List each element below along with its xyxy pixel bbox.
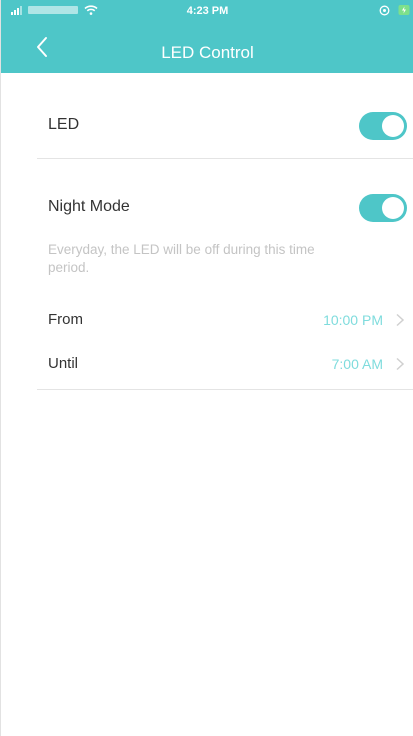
divider: [37, 158, 413, 159]
led-label: LED: [48, 116, 80, 133]
navigation-bar: LED Control: [1, 22, 413, 73]
location-icon: [379, 5, 390, 15]
until-time-value[interactable]: 7:00 AM: [332, 356, 383, 372]
night-mode-toggle[interactable]: [359, 194, 407, 222]
from-time-value[interactable]: 10:00 PM: [323, 312, 383, 328]
from-label: From: [48, 311, 83, 328]
toggle-knob: [382, 197, 404, 219]
app-screen: 4:23 PM LED Control LED Night Mode Every…: [0, 0, 413, 736]
led-toggle[interactable]: [359, 112, 407, 140]
chevron-right-icon[interactable]: [395, 357, 405, 371]
page-title: LED Control: [161, 43, 254, 62]
battery-charging-icon: [398, 5, 410, 15]
status-bar: 4:23 PM: [1, 0, 413, 22]
toggle-knob: [382, 115, 404, 137]
status-right: [379, 4, 410, 16]
header-bar: 4:23 PM LED Control: [1, 0, 413, 73]
night-mode-label: Night Mode: [48, 198, 130, 215]
chevron-right-icon[interactable]: [395, 313, 405, 327]
until-label: Until: [48, 355, 79, 372]
status-time: 4:23 PM: [186, 5, 229, 17]
night-mode-description: Everyday, the LED will be off during thi…: [48, 242, 315, 275]
divider: [37, 389, 413, 390]
